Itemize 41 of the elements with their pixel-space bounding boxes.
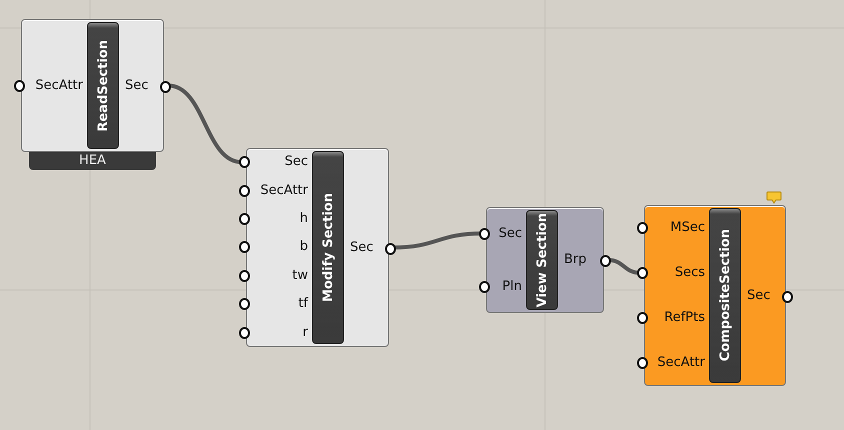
input-port[interactable] <box>239 326 250 339</box>
output-label: Sec <box>125 78 148 92</box>
component-title: Modify Section <box>320 192 336 302</box>
input-port[interactable] <box>479 228 490 240</box>
input-port[interactable] <box>239 156 250 168</box>
output-port[interactable] <box>385 242 396 254</box>
input-port[interactable] <box>14 80 25 92</box>
input-port[interactable] <box>239 241 250 254</box>
input-label: Secs <box>674 264 705 281</box>
input-label: Sec <box>498 226 522 242</box>
input-port[interactable] <box>637 266 648 279</box>
output-label: Brp <box>564 252 587 267</box>
input-label: SecAttr <box>656 355 705 372</box>
input-label: Pln <box>501 278 522 294</box>
input-port[interactable] <box>637 312 648 324</box>
output-port[interactable] <box>782 290 793 302</box>
component-title: ReadSection <box>96 40 110 132</box>
output-label: Sec <box>747 288 770 302</box>
input-label: SecAttr <box>259 182 308 199</box>
output-port[interactable] <box>600 255 611 267</box>
input-port[interactable] <box>239 213 250 226</box>
output-label: Sec <box>350 240 374 254</box>
input-label: tf <box>297 296 308 312</box>
input-label: r <box>302 324 308 341</box>
output-port[interactable] <box>160 80 171 92</box>
input-label: Sec <box>284 154 308 170</box>
component-title: CompositeSection <box>718 229 732 362</box>
input-port[interactable] <box>637 357 648 370</box>
input-label: MSec <box>669 220 705 236</box>
input-port[interactable] <box>637 222 648 234</box>
input-port[interactable] <box>239 184 250 197</box>
input-label: tw <box>291 268 308 284</box>
node-label: HEA <box>29 152 156 170</box>
input-label: b <box>298 239 308 256</box>
input-label: RefPts <box>663 310 705 326</box>
input-port[interactable] <box>479 280 490 292</box>
input-label: h <box>298 211 308 228</box>
input-port[interactable] <box>239 270 250 282</box>
component-title: View Section <box>534 212 550 308</box>
input-label: SecAttr <box>34 78 83 94</box>
input-port[interactable] <box>239 298 250 310</box>
